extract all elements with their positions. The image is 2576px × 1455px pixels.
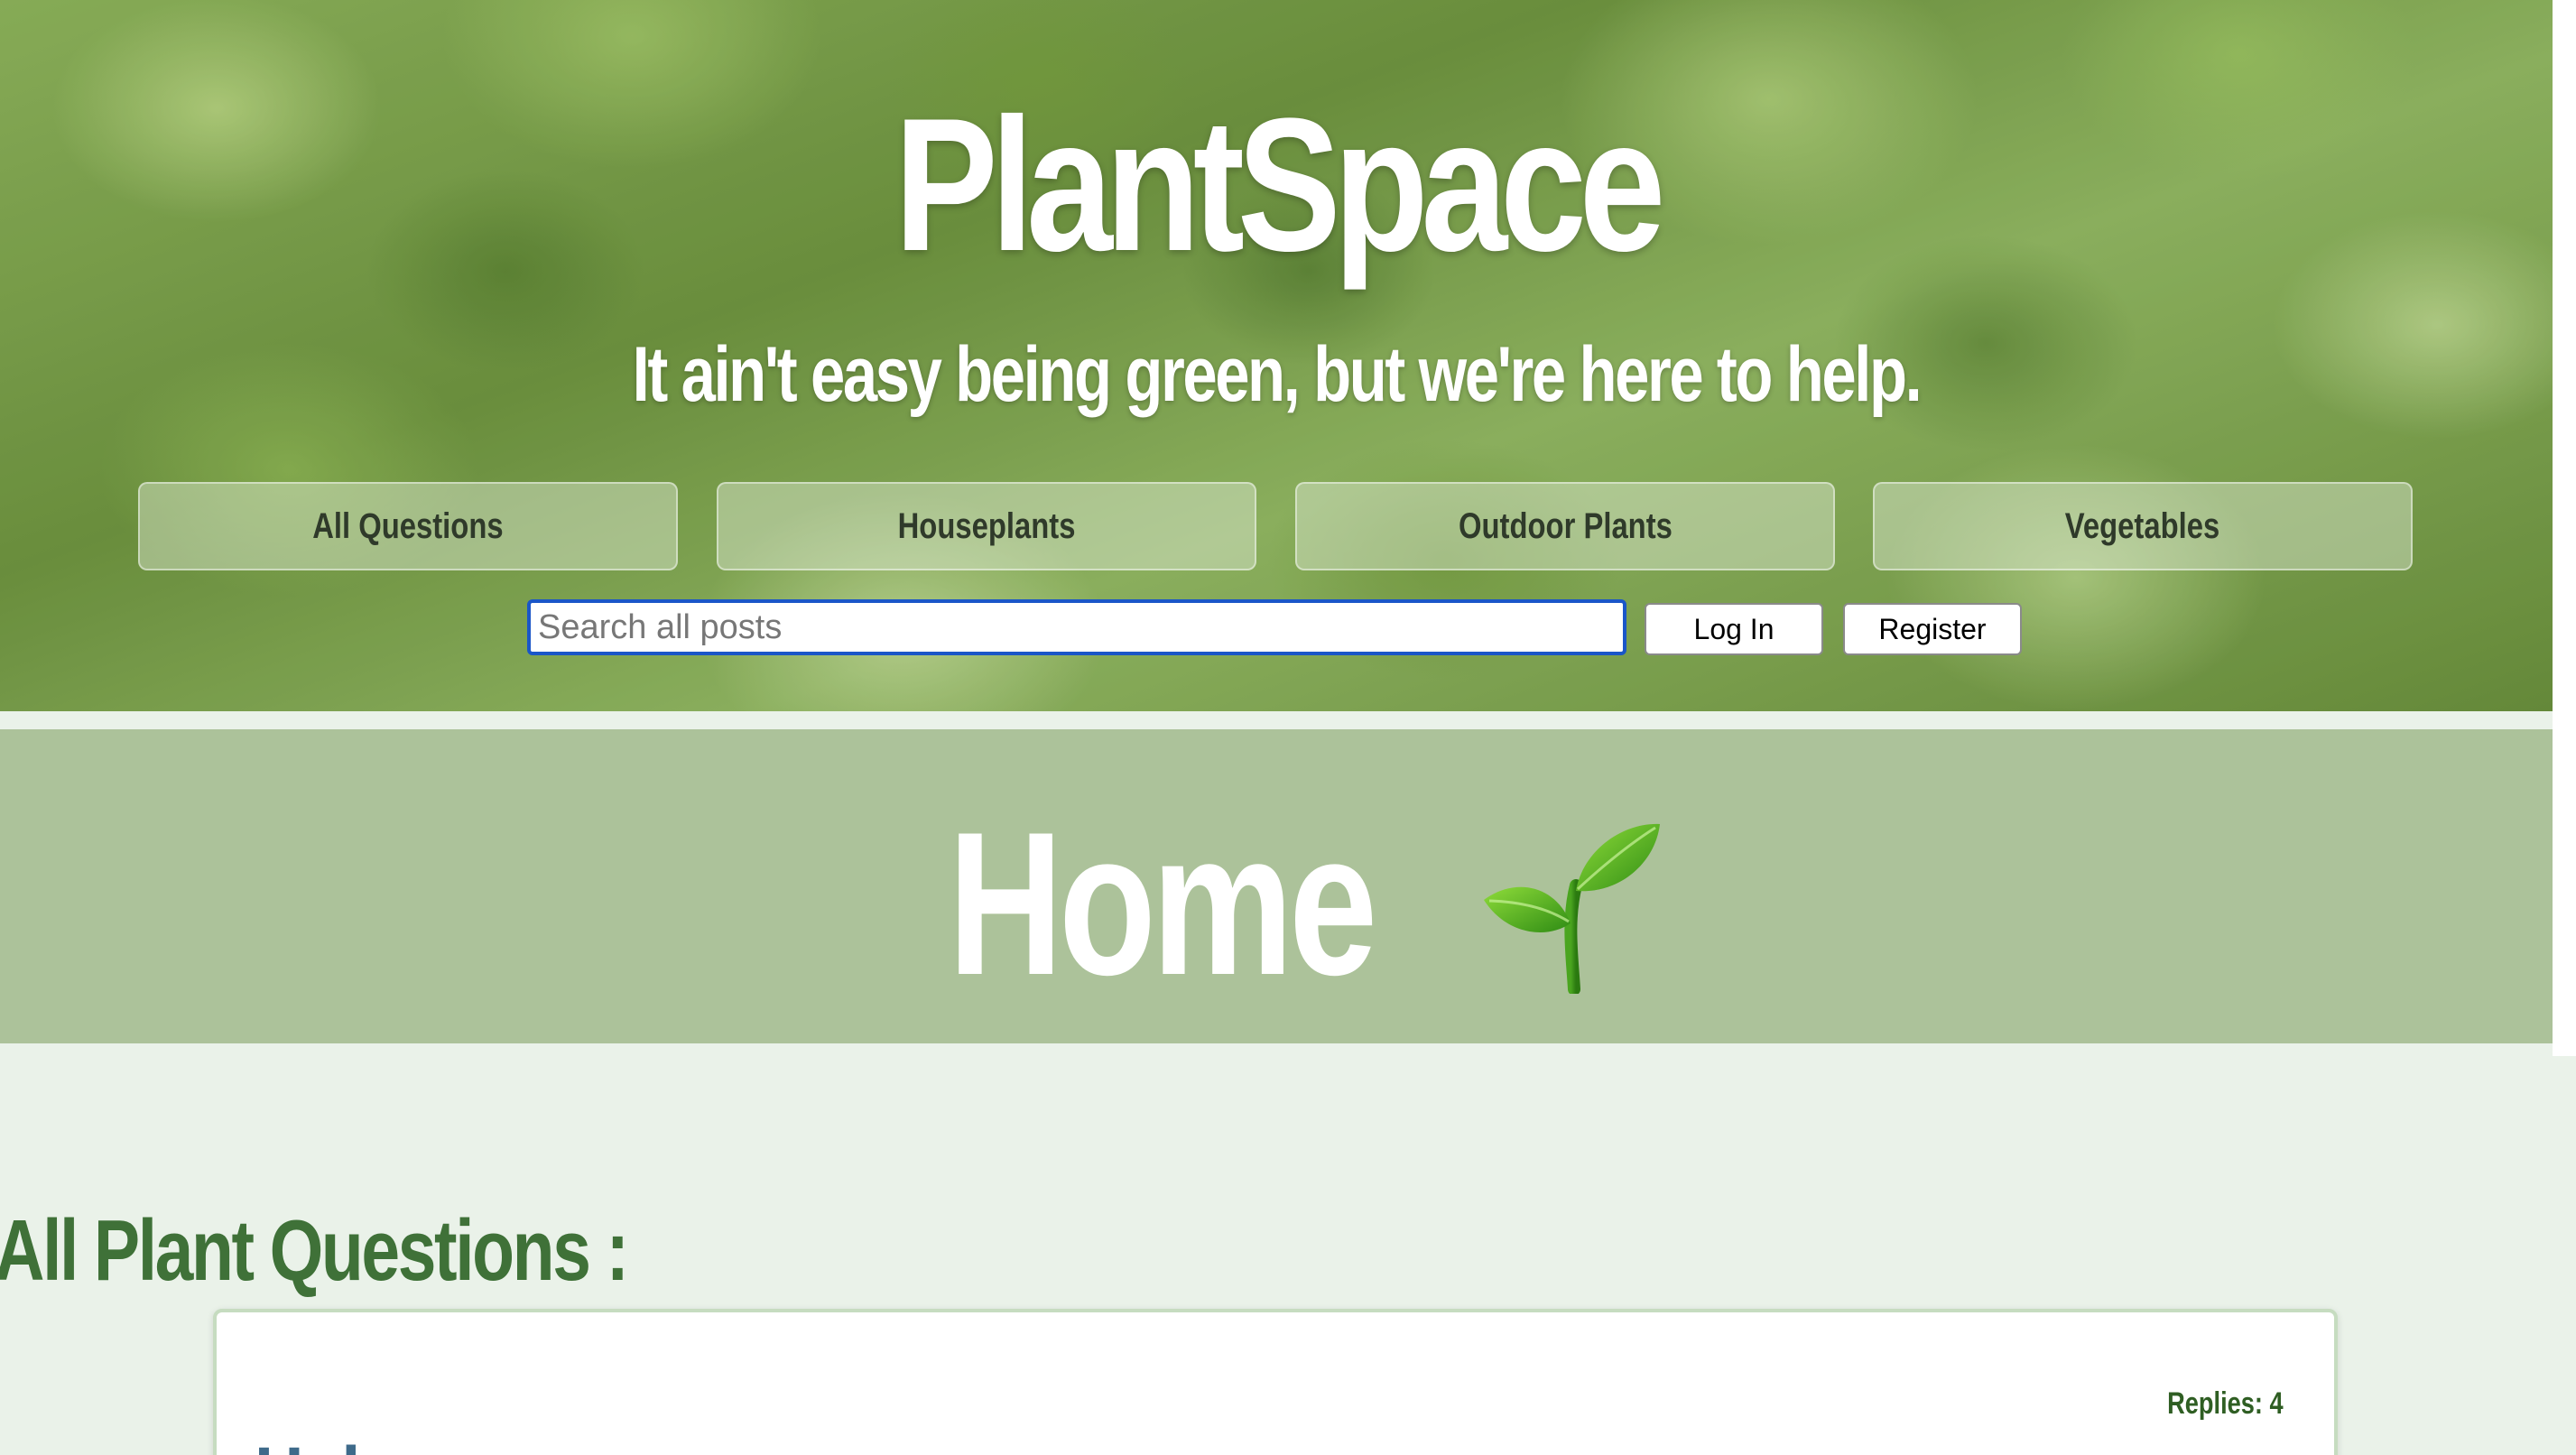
nav-houseplants-button[interactable]: Houseplants <box>717 482 1256 570</box>
site-title[interactable]: PlantSpace <box>230 90 2323 280</box>
nav-outdoor-plants-label: Outdoor Plants <box>1458 505 1673 546</box>
page-title-text: Home <box>948 789 1377 1018</box>
site-tagline: It ain't easy being green, but we're her… <box>632 331 1923 418</box>
nav-all-questions-label: All Questions <box>312 505 504 546</box>
nav-vegetables-button[interactable]: Vegetables <box>1873 482 2413 570</box>
nav-vegetables-label: Vegetables <box>2065 505 2220 546</box>
category-nav: All Questions Houseplants Outdoor Plants… <box>138 482 2413 572</box>
post-replies-count: Replies: 4 <box>2167 1386 2284 1421</box>
nav-houseplants-label: Houseplants <box>897 505 1076 546</box>
post-card[interactable]: Replies: 4 Help <box>213 1309 2338 1455</box>
nav-outdoor-plants-button[interactable]: Outdoor Plants <box>1295 482 1835 570</box>
hero-header: PlantSpace It ain't easy being green, bu… <box>0 0 2553 711</box>
sprout-icon <box>1484 824 1661 995</box>
search-input[interactable] <box>527 599 1626 655</box>
post-title[interactable]: Help <box>255 1435 402 1455</box>
login-button[interactable]: Log In <box>1645 603 1823 655</box>
nav-all-questions-button[interactable]: All Questions <box>138 482 678 570</box>
page-title: Home <box>0 785 2553 1006</box>
section-title: All Plant Questions : <box>0 1201 629 1299</box>
page: PlantSpace It ain't easy being green, bu… <box>0 0 2576 1455</box>
scrollbar-gutter <box>2553 0 2576 1056</box>
register-button[interactable]: Register <box>1843 603 2022 655</box>
